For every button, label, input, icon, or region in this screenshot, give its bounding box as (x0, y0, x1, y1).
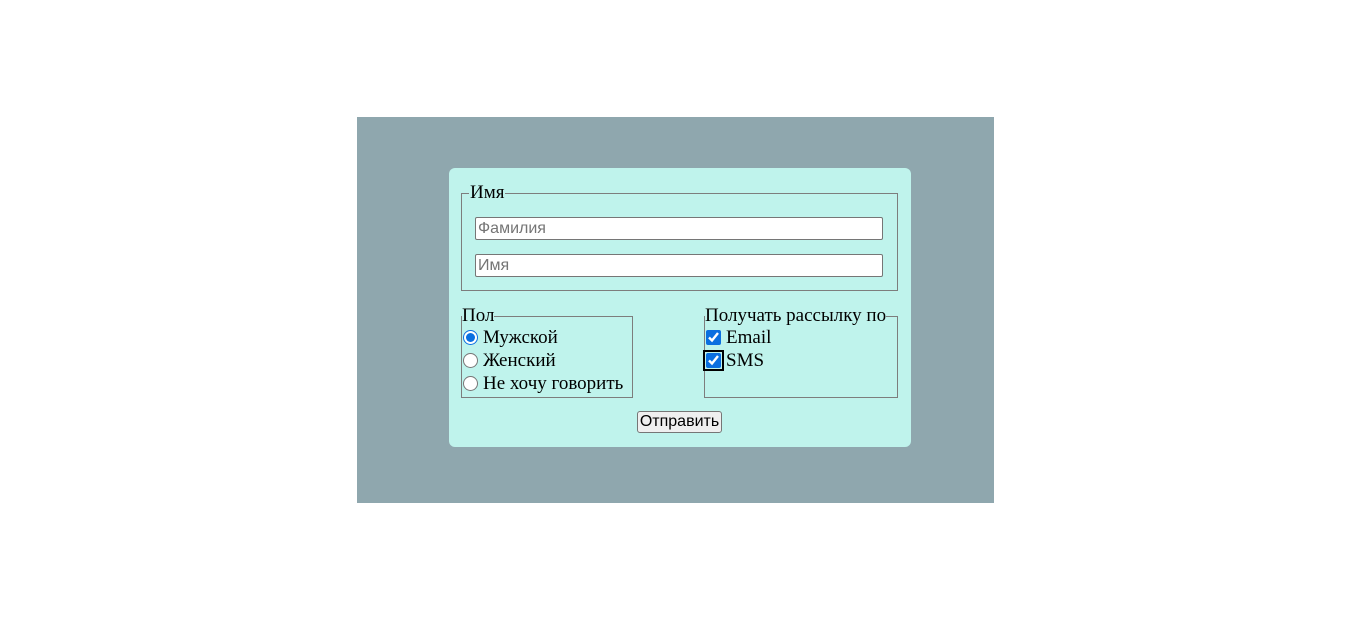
gender-option-female[interactable]: Женский (462, 349, 632, 372)
gender-radio-female[interactable] (463, 353, 478, 368)
email-checkbox[interactable] (706, 330, 721, 345)
gender-option-undisclosed[interactable]: Не хочу говорить (462, 372, 632, 395)
gender-label-male: Мужской (483, 327, 558, 348)
gender-option-male[interactable]: Мужской (462, 326, 632, 349)
gender-label-undisclosed: Не хочу говорить (483, 373, 624, 394)
surname-input[interactable] (475, 217, 883, 240)
gender-legend: Пол (462, 305, 495, 326)
sms-label: SMS (726, 350, 765, 371)
gender-fieldset: Пол Мужской Женский Не хочу говорить (461, 306, 633, 398)
outer-panel: Имя Пол Мужской Женский Не хочу говорить… (357, 117, 994, 503)
mailing-legend: Получать рассылку по (705, 305, 887, 326)
gender-radio-undisclosed[interactable] (463, 376, 478, 391)
gender-label-female: Женский (483, 350, 556, 371)
firstname-input[interactable] (475, 254, 883, 277)
name-legend: Имя (470, 182, 505, 203)
mailing-option-email[interactable]: Email (705, 326, 897, 349)
email-label: Email (726, 327, 772, 348)
mailing-option-sms[interactable]: SMS (703, 349, 897, 372)
sms-checkbox[interactable] (703, 350, 724, 371)
registration-form: Имя Пол Мужской Женский Не хочу говорить… (449, 168, 911, 447)
name-fieldset: Имя (461, 183, 898, 291)
gender-radio-male[interactable] (463, 330, 478, 345)
mailing-fieldset: Получать рассылку по Email SMS (703, 305, 898, 398)
submit-button[interactable]: Отправить (637, 411, 722, 433)
